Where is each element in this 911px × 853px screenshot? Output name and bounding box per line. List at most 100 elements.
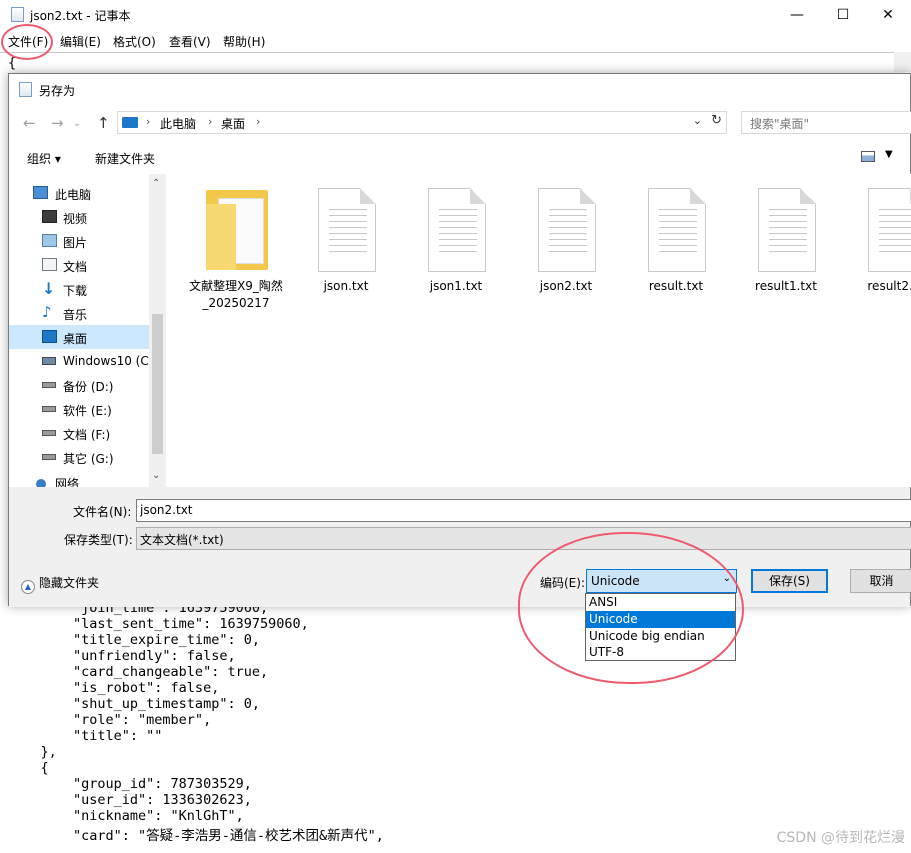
text-line: "group_id": 787303529, xyxy=(8,776,252,792)
nav-item-drive-f[interactable]: 文档 (F:) xyxy=(9,421,149,445)
minimize-icon[interactable]: — xyxy=(774,0,820,30)
encoding-option-unicode-big-endian[interactable]: Unicode big endian xyxy=(586,628,735,645)
menu-file[interactable]: 文件(F) xyxy=(8,33,48,50)
back-arrow-icon[interactable]: ← xyxy=(23,114,36,132)
nav-item-network[interactable]: 网络 xyxy=(9,473,149,487)
drive-icon xyxy=(42,430,56,436)
maximize-icon[interactable]: ☐ xyxy=(820,0,866,30)
encoding-value: Unicode xyxy=(591,574,640,588)
breadcrumb-desktop[interactable]: 桌面 xyxy=(221,115,245,132)
nav-label: 网络 xyxy=(55,477,80,487)
video-icon xyxy=(42,210,57,223)
nav-label: 桌面 xyxy=(63,332,88,346)
text-line: "nickname": "KnlGhT", xyxy=(8,808,244,824)
menu-view[interactable]: 查看(V) xyxy=(169,33,211,50)
nav-item-music[interactable]: ♪ 音乐 xyxy=(9,301,149,325)
file-name: json2.txt xyxy=(539,279,593,293)
recent-dropdown-icon[interactable]: ⌄ xyxy=(73,118,81,129)
encoding-option-ansi[interactable]: ANSI xyxy=(586,594,735,611)
editor-scrollbar[interactable] xyxy=(894,52,911,72)
save-as-dialog: 另存为 ← → ⌄ ↑ › 此电脑 › 桌面 › ⌄ ↻ 搜索"桌面" 组织 ▾… xyxy=(8,73,911,607)
file-item-folder[interactable]: 文献整理X9_陶然_20250217 xyxy=(186,182,286,312)
nav-item-pictures[interactable]: 图片 xyxy=(9,229,149,253)
nav-item-drive-e[interactable]: 软件 (E:) xyxy=(9,397,149,421)
nav-scroll-thumb[interactable] xyxy=(152,314,163,454)
menu-format[interactable]: 格式(O) xyxy=(113,33,156,50)
documents-icon xyxy=(42,258,57,271)
save-button[interactable]: 保存(S) xyxy=(751,569,828,593)
forward-arrow-icon[interactable]: → xyxy=(51,114,64,132)
dialog-toolbar: 组织 ▾ 新建文件夹 ▼ xyxy=(9,140,910,174)
address-dropdown-icon[interactable]: ⌄ xyxy=(693,114,702,127)
breadcrumb-separator-icon[interactable]: › xyxy=(208,115,212,128)
close-icon[interactable]: ✕ xyxy=(865,0,911,30)
music-icon: ♪ xyxy=(42,303,52,321)
nav-item-documents[interactable]: 文档 xyxy=(9,253,149,277)
text-file-icon xyxy=(648,188,706,272)
encoding-option-unicode[interactable]: Unicode xyxy=(586,611,735,628)
window-title: json2.txt - 记事本 xyxy=(30,9,131,23)
nav-item-drive-g[interactable]: 其它 (G:) xyxy=(9,445,149,469)
cancel-button[interactable]: 取消 xyxy=(850,569,911,593)
nav-label: 音乐 xyxy=(63,308,88,322)
chevron-down-icon: ⌄ xyxy=(722,573,731,584)
filetype-select[interactable]: 文本文档(*.txt) xyxy=(136,527,911,550)
desktop-icon xyxy=(42,330,57,343)
file-item[interactable]: json1.txt xyxy=(406,182,506,312)
download-icon: ↓ xyxy=(42,279,56,298)
search-input[interactable]: 搜索"桌面" xyxy=(741,111,911,134)
nav-item-downloads[interactable]: ↓ 下载 xyxy=(9,277,149,301)
save-options-panel: 文件名(N): json2.txt 保存类型(T): 文本文档(*.txt) ▲… xyxy=(9,487,911,607)
breadcrumb-separator-icon[interactable]: › xyxy=(256,115,260,128)
drive-icon xyxy=(42,406,56,412)
view-dropdown-icon[interactable]: ▼ xyxy=(885,149,893,160)
scroll-down-icon[interactable]: ⌄ xyxy=(152,470,160,481)
menu-help[interactable]: 帮助(H) xyxy=(223,33,265,50)
text-line: "unfriendly": false, xyxy=(8,648,236,664)
file-item[interactable]: result1.txt xyxy=(736,182,836,312)
text-line: "card_changeable": true, xyxy=(8,664,269,680)
scroll-up-icon[interactable]: ⌃ xyxy=(152,178,160,189)
new-folder-button[interactable]: 新建文件夹 xyxy=(95,150,155,167)
text-line: "role": "member", xyxy=(8,712,212,728)
text-line: { xyxy=(8,55,17,71)
up-arrow-icon[interactable]: ↑ xyxy=(97,114,110,132)
file-item[interactable]: result2.tx xyxy=(846,182,911,312)
nav-item-videos[interactable]: 视频 xyxy=(9,205,149,229)
filename-label: 文件名(N): xyxy=(73,505,132,519)
nav-label: 文档 xyxy=(63,260,88,274)
text-line: { xyxy=(8,760,49,776)
hide-folders-button[interactable]: ▲ 隐藏文件夹 xyxy=(21,574,99,594)
encoding-select[interactable]: Unicode ⌄ xyxy=(586,569,737,593)
text-line: }, xyxy=(8,744,57,760)
nav-label: Windows10 (C: xyxy=(63,354,153,368)
encoding-label: 编码(E): xyxy=(540,576,585,590)
text-file-icon xyxy=(868,188,911,272)
address-bar[interactable]: › 此电脑 › 桌面 › ⌄ ↻ xyxy=(117,111,727,134)
text-file-icon xyxy=(538,188,596,272)
file-item[interactable]: json.txt xyxy=(296,182,396,312)
breadcrumb-this-pc[interactable]: 此电脑 xyxy=(160,115,196,132)
organize-button[interactable]: 组织 ▾ xyxy=(27,150,61,167)
text-line: "shut_up_timestamp": 0, xyxy=(8,696,260,712)
nav-item-this-pc[interactable]: 此电脑 xyxy=(9,181,149,205)
menu-edit[interactable]: 编辑(E) xyxy=(60,33,101,50)
nav-label: 下载 xyxy=(63,284,88,298)
nav-label: 备份 (D:) xyxy=(63,380,114,394)
drive-icon xyxy=(42,357,56,365)
file-item[interactable]: json2.txt xyxy=(516,182,616,312)
filename-input[interactable]: json2.txt xyxy=(136,499,911,522)
refresh-icon[interactable]: ↻ xyxy=(711,113,722,128)
view-mode-icon[interactable] xyxy=(861,151,875,162)
nav-scrollbar[interactable]: ⌃ ⌄ xyxy=(149,174,166,487)
text-file-icon xyxy=(758,188,816,272)
encoding-option-utf8[interactable]: UTF-8 xyxy=(586,644,735,661)
breadcrumb-separator-icon[interactable]: › xyxy=(146,115,150,128)
nav-item-desktop[interactable]: 桌面 xyxy=(9,325,149,349)
notepad-icon xyxy=(11,7,24,22)
nav-label: 文档 (F:) xyxy=(63,428,111,442)
network-icon xyxy=(36,479,46,487)
nav-item-drive-d[interactable]: 备份 (D:) xyxy=(9,373,149,397)
file-item[interactable]: result.txt xyxy=(626,182,726,312)
nav-item-drive-c[interactable]: Windows10 (C: xyxy=(9,349,153,373)
